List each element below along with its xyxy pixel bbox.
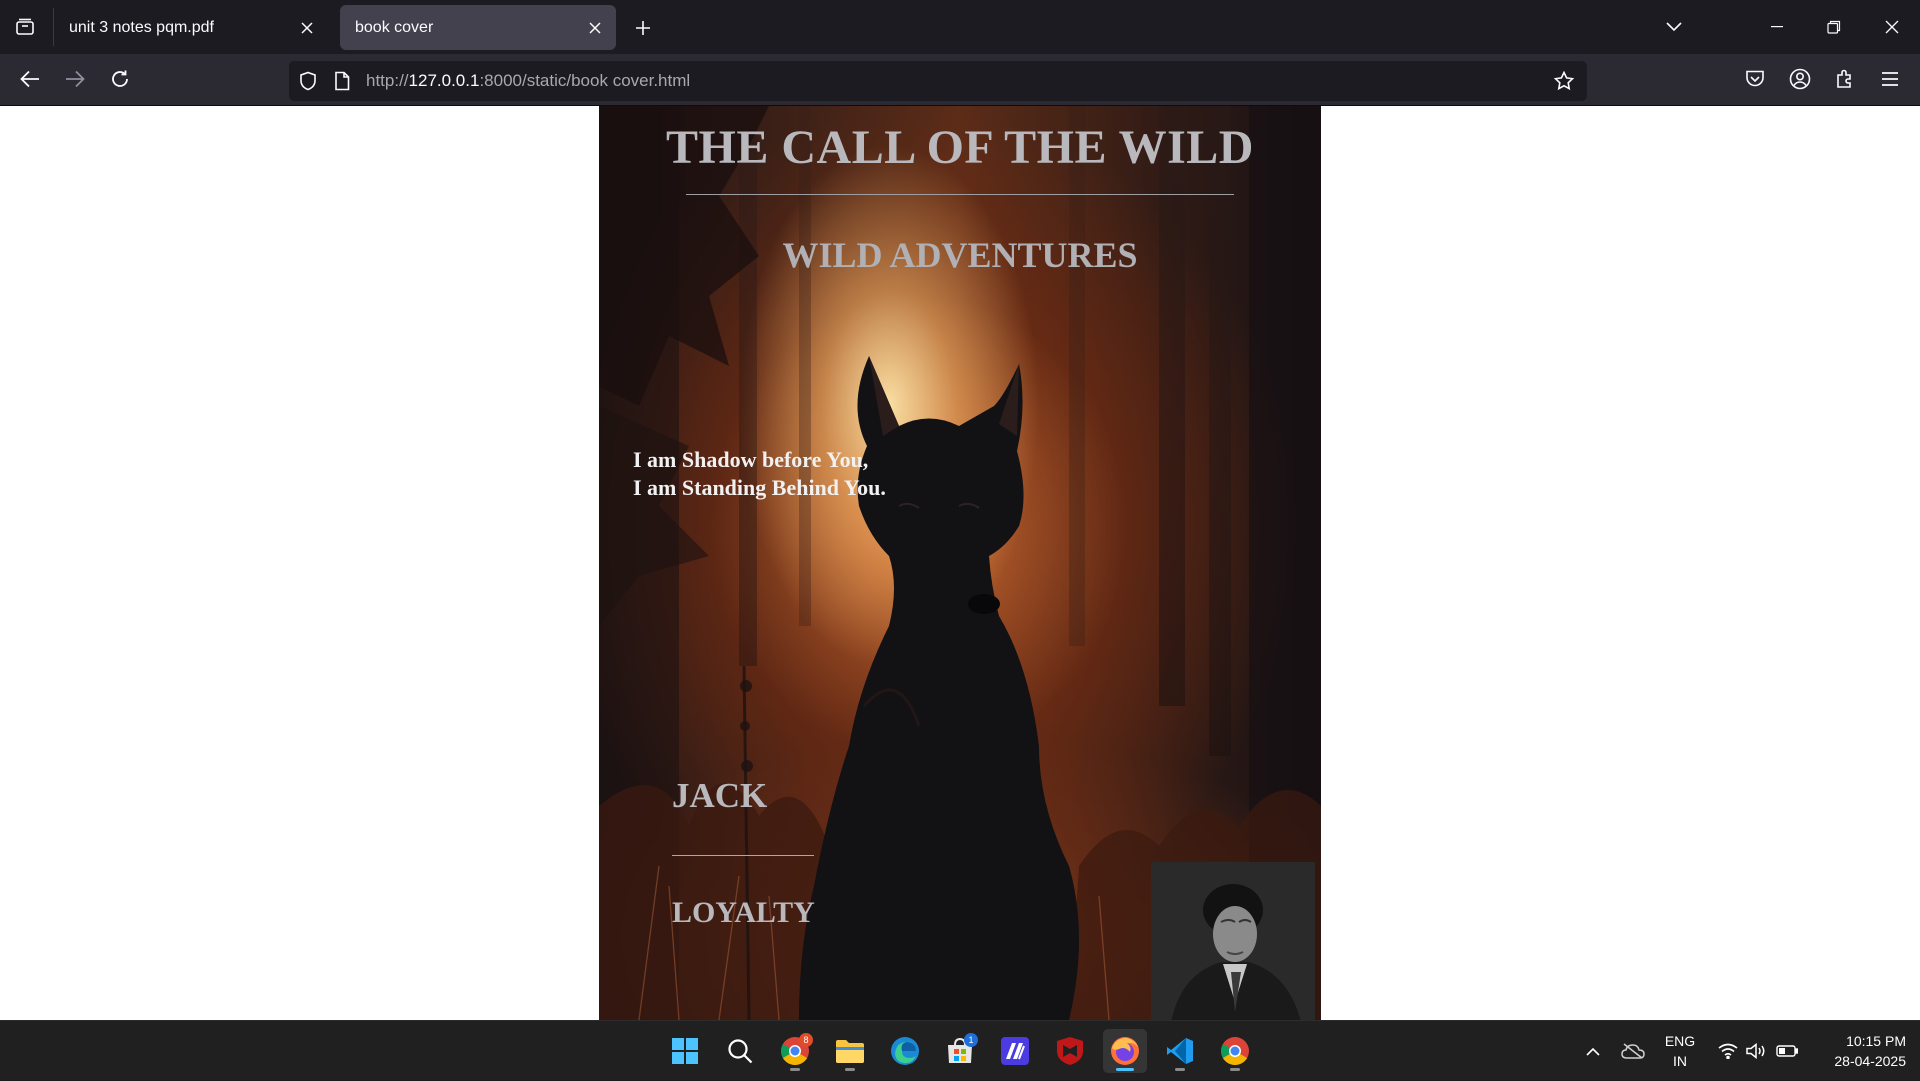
- clock-date: 28-04-2025: [1834, 1053, 1906, 1069]
- back-button[interactable]: [12, 61, 48, 97]
- wifi-icon[interactable]: [1715, 1021, 1741, 1081]
- tab-label: unit 3 notes pqm.pdf: [69, 18, 214, 36]
- author-divider: [672, 855, 814, 856]
- taskbar-app-chrome[interactable]: 8: [773, 1029, 817, 1073]
- restore-button[interactable]: [1814, 8, 1854, 46]
- chrome-profile-icon: [1221, 1037, 1249, 1065]
- editor-app-icon: [1001, 1037, 1029, 1065]
- bookmark-star-icon[interactable]: [1553, 70, 1575, 92]
- cover-theme: LOYALTY: [672, 896, 815, 929]
- search-button[interactable]: [718, 1029, 762, 1073]
- url-text[interactable]: http://127.0.0.1:8000/static/book cover.…: [366, 71, 690, 91]
- title-divider: [686, 194, 1234, 195]
- taskbar-app-edge[interactable]: [883, 1029, 927, 1073]
- tab-label: book cover: [355, 18, 434, 36]
- close-icon[interactable]: [580, 13, 610, 43]
- tab-strip: unit 3 notes pqm.pdf book cover: [0, 0, 1920, 54]
- running-indicator: [790, 1068, 800, 1071]
- taskbar-app-firefox[interactable]: [1103, 1029, 1147, 1073]
- running-indicator: [1175, 1068, 1185, 1071]
- url-path: :8000/static/book cover.html: [479, 71, 691, 90]
- taskbar-app-chrome-profile[interactable]: [1213, 1029, 1257, 1073]
- running-indicator: [1230, 1068, 1240, 1071]
- notification-badge: 1: [964, 1033, 978, 1047]
- menu-icon[interactable]: [1872, 61, 1908, 97]
- url-prefix: http://: [366, 71, 409, 90]
- reload-button[interactable]: [102, 61, 138, 97]
- cover-subtitle: WILD ADVENTURES: [782, 235, 1138, 275]
- book-cover: THE CALL OF THE WILD WILD ADVENTURES I a…: [599, 106, 1321, 1020]
- account-icon[interactable]: [1782, 61, 1818, 97]
- running-indicator: [1116, 1068, 1134, 1071]
- navigation-toolbar: http://127.0.0.1:8000/static/book cover.…: [0, 54, 1920, 106]
- new-tab-button[interactable]: [627, 12, 659, 44]
- onedrive-offline-icon[interactable]: [1617, 1021, 1649, 1081]
- forward-button[interactable]: [57, 61, 93, 97]
- author-name: JACK: [672, 776, 768, 815]
- mcafee-icon: [1057, 1037, 1083, 1065]
- cover-title: THE CALL OF THE WILD: [666, 121, 1254, 174]
- chevron-up-icon: [1586, 1047, 1600, 1056]
- volume-icon[interactable]: [1744, 1021, 1770, 1081]
- taskbar-app-mcafee[interactable]: [1048, 1029, 1092, 1073]
- extensions-icon[interactable]: [1827, 61, 1863, 97]
- list-all-tabs-button[interactable]: [1654, 8, 1694, 46]
- taskbar: 8 1 ENG IN 10:15 PM 28-04-2025: [0, 1020, 1920, 1080]
- taskbar-app-editor[interactable]: [993, 1029, 1037, 1073]
- tab-unit-3-notes[interactable]: unit 3 notes pqm.pdf: [54, 5, 328, 50]
- file-explorer-icon: [836, 1040, 864, 1063]
- taskbar-app-file-explorer[interactable]: [828, 1029, 872, 1073]
- language-region: IN: [1673, 1053, 1687, 1069]
- page-icon[interactable]: [331, 70, 353, 92]
- language-code: ENG: [1664, 1033, 1696, 1049]
- search-icon: [728, 1039, 753, 1064]
- close-window-button[interactable]: [1872, 8, 1912, 46]
- edge-icon: [891, 1037, 919, 1065]
- pocket-icon[interactable]: [1737, 61, 1773, 97]
- system-clock[interactable]: 10:15 PM 28-04-2025: [1806, 1031, 1906, 1071]
- quote-line-2: I am Standing Behind You.: [633, 475, 886, 500]
- windows-start-icon: [672, 1038, 698, 1064]
- taskbar-app-microsoft-store[interactable]: 1: [938, 1029, 982, 1073]
- page-viewport: THE CALL OF THE WILD WILD ADVENTURES I a…: [0, 106, 1920, 1020]
- shield-icon[interactable]: [297, 70, 319, 92]
- minimize-button[interactable]: [1757, 8, 1797, 46]
- close-icon[interactable]: [292, 13, 322, 43]
- cover-quote: I am Shadow before You, I am Standing Be…: [633, 446, 886, 502]
- author-portrait-image: [1151, 862, 1315, 1020]
- notification-badge: 8: [799, 1033, 813, 1047]
- firefox-view-icon[interactable]: [8, 10, 42, 44]
- tab-book-cover[interactable]: book cover: [340, 5, 616, 50]
- quote-line-1: I am Shadow before You,: [633, 447, 869, 472]
- firefox-icon: [1111, 1037, 1139, 1065]
- url-host: 127.0.0.1: [408, 71, 480, 90]
- language-indicator[interactable]: ENG IN: [1660, 1031, 1700, 1071]
- show-hidden-icons-button[interactable]: [1578, 1021, 1608, 1081]
- taskbar-app-vscode[interactable]: [1158, 1029, 1202, 1073]
- running-indicator: [845, 1068, 855, 1071]
- battery-icon[interactable]: [1773, 1021, 1801, 1081]
- clock-time: 10:15 PM: [1846, 1033, 1906, 1049]
- vscode-icon: [1167, 1038, 1193, 1064]
- start-button[interactable]: [663, 1029, 707, 1073]
- address-bar[interactable]: http://127.0.0.1:8000/static/book cover.…: [289, 61, 1587, 101]
